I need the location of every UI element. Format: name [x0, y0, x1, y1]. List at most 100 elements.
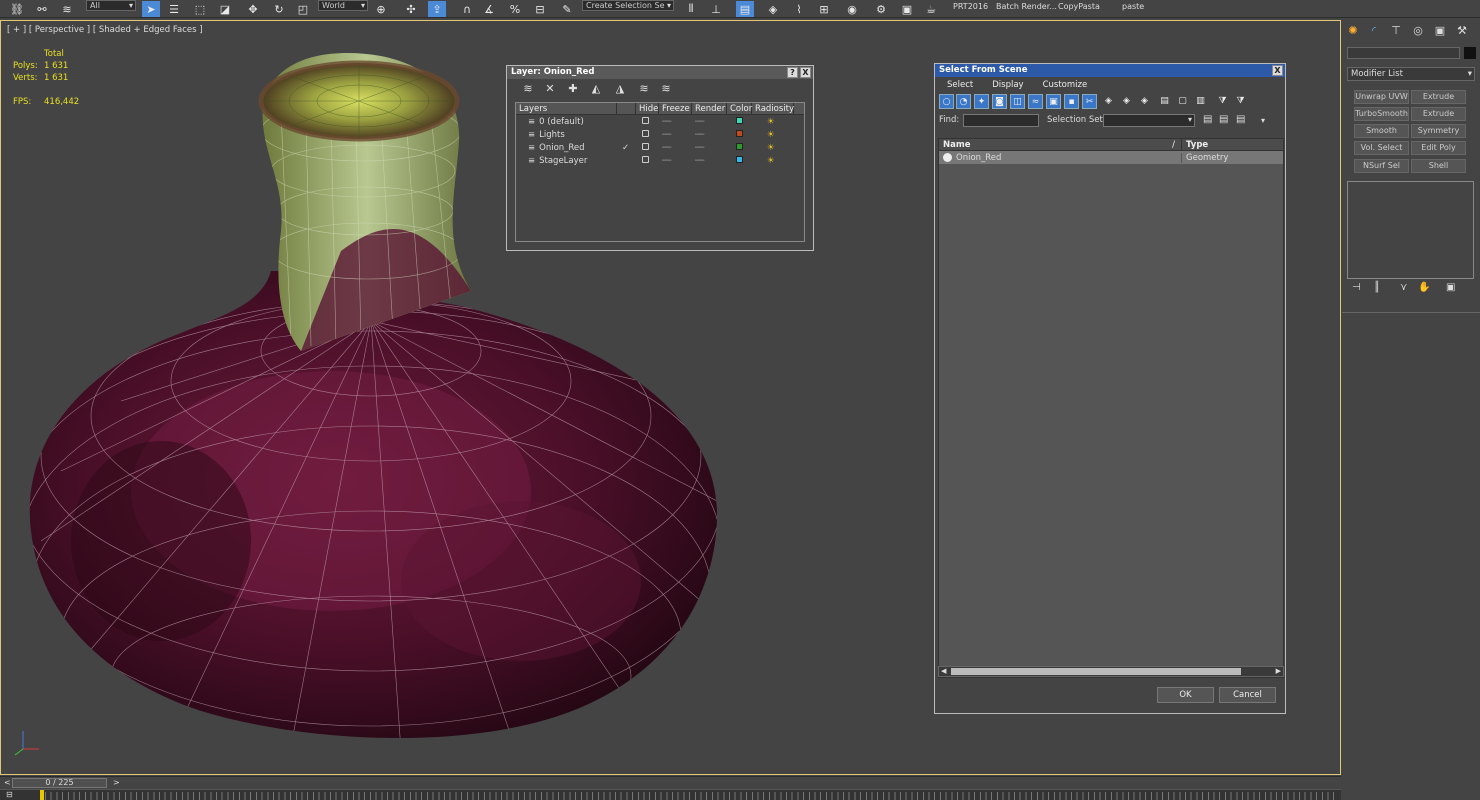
- render-toggle[interactable]: ──: [692, 117, 727, 127]
- spinner-snap-icon[interactable]: ⊟: [531, 1, 549, 17]
- filter-icon[interactable]: ⧩: [1215, 94, 1230, 109]
- motion-tab-icon[interactable]: ◎: [1411, 24, 1425, 38]
- render-teapot-icon[interactable]: ☕: [922, 1, 940, 17]
- display-shapes-icon[interactable]: ◔: [956, 94, 971, 109]
- radiosity-toggle[interactable]: ☀: [752, 117, 794, 127]
- script-paste[interactable]: paste: [1122, 2, 1144, 11]
- select-from-scene-titlebar[interactable]: Select From Scene X: [935, 64, 1285, 77]
- script-prt2016[interactable]: PRT2016: [953, 2, 988, 11]
- bind-spacewarp-icon[interactable]: ≋: [58, 1, 76, 17]
- select-by-name-icon[interactable]: ☰: [165, 1, 183, 17]
- radiosity-toggle[interactable]: ☀: [752, 156, 794, 166]
- layer-color[interactable]: [727, 155, 752, 166]
- modifier-button[interactable]: Shell: [1411, 159, 1466, 173]
- viewport-label[interactable]: [ + ] [ Perspective ] [ Shaded + Edged F…: [7, 25, 203, 35]
- help-button[interactable]: ?: [787, 67, 798, 78]
- find-input[interactable]: [963, 114, 1039, 127]
- layer-name[interactable]: ≡ Lights: [516, 130, 617, 140]
- layer-color[interactable]: [727, 129, 752, 140]
- radiosity-toggle[interactable]: ☀: [752, 130, 794, 140]
- layer-row[interactable]: ≡ Onion_Red ✓ ── ── ☀: [516, 141, 804, 154]
- col-color[interactable]: Color: [727, 103, 752, 114]
- render-toggle[interactable]: ──: [692, 130, 727, 140]
- hide-toggle[interactable]: [636, 142, 659, 153]
- hierarchy-tab-icon[interactable]: ⊤: [1389, 24, 1403, 38]
- create-tab-icon[interactable]: ✺: [1346, 24, 1360, 38]
- time-slider-thumb[interactable]: 0 / 225: [12, 778, 107, 788]
- display-groups-icon[interactable]: ▣: [1046, 94, 1061, 109]
- menu-select[interactable]: Select: [935, 77, 980, 92]
- select-in-layer-icon[interactable]: ◭: [589, 82, 603, 96]
- col-render[interactable]: Render: [692, 103, 727, 114]
- object-name-field[interactable]: [1347, 47, 1460, 59]
- pivot-center-icon[interactable]: ⊕: [372, 1, 390, 17]
- rotate-icon[interactable]: ↻: [270, 1, 288, 17]
- remove-modifier-icon[interactable]: ✋: [1418, 282, 1430, 293]
- radiosity-toggle[interactable]: ☀: [752, 143, 794, 153]
- freeze-toggle[interactable]: ──: [659, 156, 692, 166]
- layer-explorer-icon[interactable]: ◈: [764, 1, 782, 17]
- menu-customize[interactable]: Customize: [1031, 77, 1095, 92]
- col-type[interactable]: Type: [1182, 139, 1208, 150]
- unlink-icon[interactable]: ⚯: [33, 1, 51, 17]
- display-cameras-icon[interactable]: ◙: [992, 94, 1007, 109]
- modify-tab-icon[interactable]: ◜: [1367, 24, 1381, 38]
- hide-all-icon[interactable]: ≋: [637, 82, 651, 96]
- named-selection-dropdown[interactable]: Create Selection Se: [582, 0, 674, 11]
- layer-name[interactable]: ≡ StageLayer: [516, 156, 617, 166]
- table-row[interactable]: Onion_Red Geometry: [939, 151, 1283, 164]
- display-helpers-icon[interactable]: ◫: [1010, 94, 1025, 109]
- close-button[interactable]: X: [800, 67, 811, 78]
- layer-dialog[interactable]: Layer: Onion_Red ? X ≋ ✕ ✚ ◭ ◮ ≋ ≋ Layer…: [506, 65, 814, 251]
- modifier-button[interactable]: Symmetry: [1411, 124, 1466, 138]
- modifier-button[interactable]: Unwrap UVW: [1354, 90, 1409, 104]
- scale-icon[interactable]: ◰: [294, 1, 312, 17]
- mirror-icon[interactable]: ⫴: [682, 1, 700, 17]
- select-from-scene-dialog[interactable]: Select From Scene X Select Display Custo…: [934, 63, 1286, 714]
- freeze-toggle[interactable]: ──: [659, 130, 692, 140]
- selection-filter-dropdown[interactable]: All: [86, 0, 136, 11]
- col-layers[interactable]: Layers: [516, 103, 617, 114]
- layer-name[interactable]: ≡ Onion_Red: [516, 143, 617, 153]
- track-bar[interactable]: ⊟: [0, 789, 1341, 800]
- display-lights-icon[interactable]: ✦: [974, 94, 989, 109]
- create-layer-icon[interactable]: ≋: [521, 82, 535, 96]
- close-button[interactable]: X: [1272, 65, 1283, 76]
- modifier-button[interactable]: TurboSmooth: [1354, 107, 1409, 121]
- hide-toggle[interactable]: [636, 155, 659, 166]
- layer-name[interactable]: ≡ 0 (default): [516, 117, 617, 127]
- snap-toggle-icon[interactable]: ∩: [458, 1, 476, 17]
- col-current[interactable]: [617, 103, 636, 114]
- script-copypasta[interactable]: CopyPasta: [1058, 2, 1100, 11]
- utilities-tab-icon[interactable]: ⚒: [1455, 24, 1469, 38]
- modifier-list-dropdown[interactable]: Modifier List: [1347, 67, 1475, 81]
- current-layer-toggle[interactable]: ✓: [617, 143, 636, 153]
- edit-named-selection-icon[interactable]: ✎: [558, 1, 576, 17]
- invert-display-icon[interactable]: ▥: [1193, 94, 1208, 109]
- reference-coord-dropdown[interactable]: World: [318, 0, 368, 11]
- layer-row[interactable]: ≡ Lights ── ── ☀: [516, 128, 804, 141]
- modifier-button[interactable]: Smooth: [1354, 124, 1409, 138]
- select-manipulate-icon[interactable]: ✣: [402, 1, 420, 17]
- angle-snap-icon[interactable]: ∡: [480, 1, 498, 17]
- col-hide[interactable]: Hide: [636, 103, 659, 114]
- script-batch-render[interactable]: Batch Render...: [996, 2, 1057, 11]
- ok-button[interactable]: OK: [1157, 687, 1214, 703]
- object-color-swatch[interactable]: [1464, 47, 1476, 59]
- display-bones-icon[interactable]: ✂: [1082, 94, 1097, 109]
- prev-frame-button[interactable]: <: [4, 778, 11, 787]
- freeze-toggle[interactable]: ──: [659, 143, 692, 153]
- display-all-icon[interactable]: ▤: [1157, 94, 1172, 109]
- delete-layer-icon[interactable]: ✕: [543, 82, 557, 96]
- display-geometry-icon[interactable]: ○: [939, 94, 954, 109]
- layer-row[interactable]: ≡ StageLayer ── ── ☀: [516, 154, 804, 167]
- modifier-button[interactable]: Extrude: [1411, 107, 1466, 121]
- chevron-down-icon[interactable]: ▾: [1188, 115, 1192, 124]
- pin-stack-icon[interactable]: ⊣: [1352, 282, 1361, 293]
- scroll-right-icon[interactable]: ▶: [1276, 667, 1281, 675]
- render-setup-icon[interactable]: ⚙: [872, 1, 890, 17]
- display-hidden-icon[interactable]: ◈: [1137, 94, 1152, 109]
- next-frame-button[interactable]: >: [113, 778, 120, 787]
- add-selection-set-icon[interactable]: ▤: [1203, 114, 1212, 125]
- horizontal-scrollbar[interactable]: ◀ ▶: [938, 666, 1284, 677]
